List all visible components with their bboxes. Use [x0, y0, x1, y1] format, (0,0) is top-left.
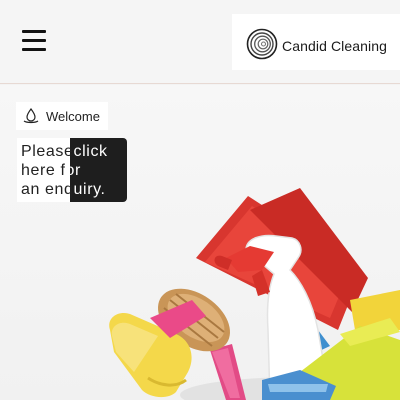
welcome-label: Welcome: [46, 108, 100, 124]
brand-logo-link[interactable]: Candid Cleaning: [232, 14, 400, 70]
enquiry-link-button[interactable]: Pleaseclick here for an enquiry.: [17, 138, 127, 202]
spiral-logo-icon: [246, 28, 278, 60]
welcome-badge: Welcome: [16, 102, 108, 130]
hero-image: [0, 85, 400, 400]
enquiry-line-1b: click: [73, 143, 108, 160]
enquiry-line-3a: an enq: [21, 181, 74, 198]
brand-name: Candid Cleaning: [282, 38, 388, 54]
enquiry-line-3b: uiry.: [73, 181, 106, 198]
cleaning-supplies-photo: [109, 188, 400, 400]
enquiry-line-2a: here f: [21, 162, 66, 179]
hamburger-menu-icon[interactable]: [22, 30, 50, 54]
water-drop-icon: [23, 107, 39, 124]
enquiry-line-2b: or: [65, 162, 81, 179]
enquiry-line-1a: Please: [21, 143, 74, 160]
site-header: Candid Cleaning: [0, 0, 400, 84]
enquiry-text: Pleaseclick here for an enquiry.: [21, 142, 108, 199]
